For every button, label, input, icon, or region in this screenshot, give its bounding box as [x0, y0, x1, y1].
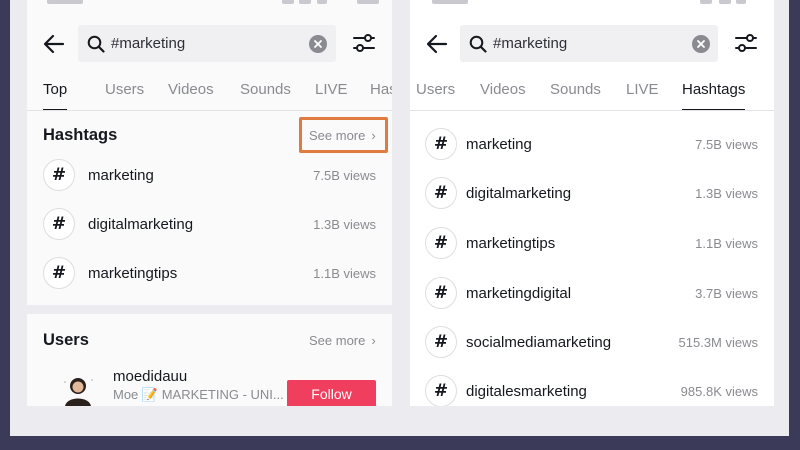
hashtag-icon: # — [43, 257, 75, 289]
top-results-screen: #marketing Top Users Videos Sounds LIVE … — [27, 0, 392, 406]
hashtag-row[interactable]: # socialmediamarketing 515.3M views — [410, 322, 774, 362]
user-description: Moe 📝 MARKETING - UNI... — [113, 387, 284, 402]
hashtag-views: 7.5B views — [695, 137, 758, 152]
tab-hashtags[interactable]: Hashtags — [682, 76, 746, 111]
see-more-users-link[interactable]: See more › — [309, 333, 376, 348]
hashtag-row[interactable]: # marketing 7.5B views — [410, 124, 774, 164]
hashtag-name: digitalmarketing — [88, 216, 194, 233]
hashtag-views: 3.7B views — [695, 286, 758, 301]
hashtag-views: 985.8K views — [680, 384, 758, 399]
hashtags-section-title: Hashtags — [43, 126, 118, 144]
avatar[interactable] — [61, 372, 95, 406]
tab-top[interactable]: Top — [43, 76, 68, 111]
hashtag-views: 1.1B views — [695, 236, 758, 251]
section-divider — [27, 305, 392, 314]
hashtag-views: 1.3B views — [695, 186, 758, 201]
tab-bar: Users Videos Sounds LIVE Hashtags — [410, 76, 774, 111]
highlight-box — [299, 117, 388, 153]
hashtag-name: marketing — [88, 167, 154, 184]
follow-button[interactable]: Follow — [287, 380, 376, 406]
hashtag-views: 7.5B views — [313, 168, 376, 183]
hashtag-row[interactable]: # marketingtips 1.1B views — [410, 223, 774, 263]
search-row: #marketing — [27, 22, 392, 66]
status-bar — [27, 0, 392, 14]
tab-live[interactable]: LIVE — [315, 76, 348, 108]
tab-live[interactable]: LIVE — [626, 76, 659, 108]
search-input[interactable]: #marketing — [460, 25, 718, 62]
chevron-right-icon: › — [371, 333, 376, 348]
clear-icon[interactable] — [692, 35, 710, 53]
tabs-divider — [410, 110, 774, 111]
tab-bar: Top Users Videos Sounds LIVE Hashtags — [27, 76, 392, 111]
hashtag-name: marketingtips — [88, 265, 178, 282]
tab-hashtags[interactable]: Hashtags — [370, 76, 392, 108]
clear-icon[interactable] — [309, 35, 327, 53]
hashtag-name: marketingdigital — [466, 285, 572, 302]
tab-users[interactable]: Users — [105, 76, 144, 108]
tab-sounds[interactable]: Sounds — [240, 76, 291, 108]
hashtag-row[interactable]: # digitalesmarketing 985.8K views — [410, 371, 774, 406]
hashtag-icon: # — [425, 227, 457, 259]
search-input[interactable]: #marketing — [78, 25, 336, 62]
search-row: #marketing — [410, 22, 774, 66]
search-query: #marketing — [493, 35, 568, 52]
hashtag-icon: # — [425, 128, 457, 160]
hashtag-row[interactable]: # marketing 7.5B views — [27, 155, 392, 195]
hashtag-name: socialmediamarketing — [466, 334, 612, 351]
hashtag-icon: # — [425, 326, 457, 358]
hashtag-name: digitalesmarketing — [466, 383, 587, 400]
hashtag-icon: # — [425, 177, 457, 209]
users-section-title: Users — [43, 331, 89, 349]
tab-videos[interactable]: Videos — [168, 76, 214, 108]
hashtags-results-screen: #marketing Users Videos Sounds LIVE Hash… — [410, 0, 774, 406]
status-bar — [410, 0, 774, 14]
hashtag-icon: # — [43, 159, 75, 191]
hashtag-icon: # — [425, 375, 457, 406]
hashtag-views: 1.1B views — [313, 266, 376, 281]
back-arrow-icon[interactable] — [41, 31, 67, 57]
back-arrow-icon[interactable] — [424, 31, 450, 57]
search-icon — [469, 35, 487, 53]
hashtag-name: digitalmarketing — [466, 185, 572, 202]
tab-users[interactable]: Users — [416, 76, 455, 108]
tabs-divider — [27, 110, 392, 111]
hashtag-icon: # — [425, 277, 457, 309]
hashtag-row[interactable]: # digitalmarketing 1.3B views — [410, 173, 774, 213]
hashtag-row[interactable]: # marketingtips 1.1B views — [27, 252, 392, 292]
hashtag-icon: # — [43, 208, 75, 240]
filter-icon[interactable] — [352, 32, 376, 54]
tab-videos[interactable]: Videos — [480, 76, 526, 108]
hashtag-name: marketingtips — [466, 235, 556, 252]
hashtag-name: marketing — [466, 136, 532, 153]
hashtag-row[interactable]: # digitalmarketing 1.3B views — [27, 203, 392, 243]
hashtag-views: 515.3M views — [678, 335, 758, 350]
search-icon — [87, 35, 105, 53]
tab-sounds[interactable]: Sounds — [550, 76, 601, 108]
see-more-label: See more — [309, 333, 366, 348]
hashtag-views: 1.3B views — [313, 217, 376, 232]
user-name: moedidauu — [113, 368, 188, 385]
search-query: #marketing — [111, 35, 186, 52]
filter-icon[interactable] — [734, 32, 758, 54]
hashtag-row[interactable]: # marketingdigital 3.7B views — [410, 272, 774, 312]
